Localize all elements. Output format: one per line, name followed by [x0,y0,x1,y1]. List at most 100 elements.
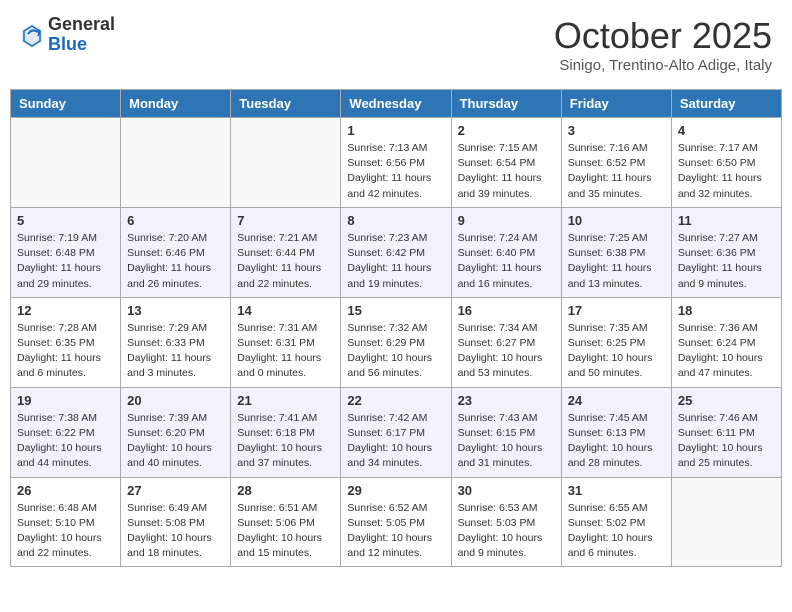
calendar-cell: 4 Sunrise: 7:17 AM Sunset: 6:50 PM Daylig… [671,118,781,208]
calendar-cell: 7Sunrise: 7:21 AM Sunset: 6:44 PM Daylig… [231,207,341,297]
weekday-header-saturday: Saturday [671,90,781,118]
logo: General Blue [20,15,115,55]
day-number: 29 [347,483,444,498]
calendar-cell: 17Sunrise: 7:35 AM Sunset: 6:25 PM Dayli… [561,297,671,387]
day-info: Sunrise: 7:45 AM Sunset: 6:13 PM Dayligh… [568,411,665,472]
calendar-cell: 29 Sunrise: 6:52 AM Sunset: 5:05 PM Dayli… [341,477,451,567]
day-number: 5 [17,213,114,228]
calendar-week-row: 26Sunrise: 6:48 AM Sunset: 5:10 PM Dayli… [11,477,782,567]
day-number: 9 [458,213,555,228]
calendar-cell [671,477,781,567]
day-number: 4 [678,123,775,138]
weekday-header-friday: Friday [561,90,671,118]
day-info: Sunrise: 7:38 AM Sunset: 6:22 PM Dayligh… [17,411,114,472]
day-info: Sunrise: 6:48 AM Sunset: 5:10 PM Dayligh… [17,501,114,562]
calendar-cell: 9 Sunrise: 7:24 AM Sunset: 6:40 PM Daylig… [451,207,561,297]
weekday-header-wednesday: Wednesday [341,90,451,118]
day-info: Sunrise: 7:19 AM Sunset: 6:48 PM Dayligh… [17,231,114,292]
calendar-cell: 12 Sunrise: 7:28 AM Sunset: 6:35 PM Dayli… [11,297,121,387]
day-info: Sunrise: 6:49 AM Sunset: 5:08 PM Dayligh… [127,501,224,562]
day-info: Sunrise: 6:51 AM Sunset: 5:06 PM Dayligh… [237,501,334,562]
month-title: October 2025 [554,15,772,57]
calendar-week-row: 19 Sunrise: 7:38 AM Sunset: 6:22 PM Dayli… [11,387,782,477]
weekday-header-row: SundayMondayTuesdayWednesdayThursdayFrid… [11,90,782,118]
location-subtitle: Sinigo, Trentino-Alto Adige, Italy [554,57,772,74]
day-number: 1 [347,123,444,138]
day-info: Sunrise: 7:21 AM Sunset: 6:44 PM Dayligh… [237,231,334,292]
weekday-header-tuesday: Tuesday [231,90,341,118]
calendar-cell: 8Sunrise: 7:23 AM Sunset: 6:42 PM Daylig… [341,207,451,297]
day-number: 8 [347,213,444,228]
day-number: 14 [237,303,334,318]
day-info: Sunrise: 7:20 AM Sunset: 6:46 PM Dayligh… [127,231,224,292]
day-number: 28 [237,483,334,498]
calendar-cell: 5 Sunrise: 7:19 AM Sunset: 6:48 PM Daylig… [11,207,121,297]
calendar-cell: 27 Sunrise: 6:49 AM Sunset: 5:08 PM Dayli… [121,477,231,567]
day-info: Sunrise: 7:41 AM Sunset: 6:18 PM Dayligh… [237,411,334,472]
calendar-cell: 30 Sunrise: 6:53 AM Sunset: 5:03 PM Dayli… [451,477,561,567]
day-info: Sunrise: 7:32 AM Sunset: 6:29 PM Dayligh… [347,321,444,382]
day-info: Sunrise: 6:53 AM Sunset: 5:03 PM Dayligh… [458,501,555,562]
day-info: Sunrise: 7:35 AM Sunset: 6:25 PM Dayligh… [568,321,665,382]
calendar-week-row: 5 Sunrise: 7:19 AM Sunset: 6:48 PM Daylig… [11,207,782,297]
day-info: Sunrise: 7:39 AM Sunset: 6:20 PM Dayligh… [127,411,224,472]
day-info: Sunrise: 7:29 AM Sunset: 6:33 PM Dayligh… [127,321,224,382]
calendar-cell [121,118,231,208]
day-number: 18 [678,303,775,318]
calendar-cell: 15 Sunrise: 7:32 AM Sunset: 6:29 PM Dayli… [341,297,451,387]
calendar-cell: 25Sunrise: 7:46 AM Sunset: 6:11 PM Dayli… [671,387,781,477]
day-info: Sunrise: 7:15 AM Sunset: 6:54 PM Dayligh… [458,141,555,202]
day-number: 22 [347,393,444,408]
calendar-cell: 22 Sunrise: 7:42 AM Sunset: 6:17 PM Dayli… [341,387,451,477]
calendar-cell: 14 Sunrise: 7:31 AM Sunset: 6:31 PM Dayli… [231,297,341,387]
day-number: 12 [17,303,114,318]
weekday-header-thursday: Thursday [451,90,561,118]
calendar-cell: 31Sunrise: 6:55 AM Sunset: 5:02 PM Dayli… [561,477,671,567]
calendar-cell: 6 Sunrise: 7:20 AM Sunset: 6:46 PM Daylig… [121,207,231,297]
calendar-cell: 11 Sunrise: 7:27 AM Sunset: 6:36 PM Dayli… [671,207,781,297]
calendar-cell: 20 Sunrise: 7:39 AM Sunset: 6:20 PM Dayli… [121,387,231,477]
day-number: 15 [347,303,444,318]
logo-text: General Blue [48,15,115,55]
day-number: 10 [568,213,665,228]
calendar-cell: 21 Sunrise: 7:41 AM Sunset: 6:18 PM Dayli… [231,387,341,477]
day-number: 19 [17,393,114,408]
day-number: 24 [568,393,665,408]
title-block: October 2025 Sinigo, Trentino-Alto Adige… [554,15,772,74]
calendar-cell: 1 Sunrise: 7:13 AM Sunset: 6:56 PM Daylig… [341,118,451,208]
calendar-cell: 18 Sunrise: 7:36 AM Sunset: 6:24 PM Dayli… [671,297,781,387]
day-info: Sunrise: 7:31 AM Sunset: 6:31 PM Dayligh… [237,321,334,382]
calendar-cell: 24 Sunrise: 7:45 AM Sunset: 6:13 PM Dayli… [561,387,671,477]
calendar-cell: 3 Sunrise: 7:16 AM Sunset: 6:52 PM Daylig… [561,118,671,208]
day-info: Sunrise: 7:46 AM Sunset: 6:11 PM Dayligh… [678,411,775,472]
day-info: Sunrise: 7:34 AM Sunset: 6:27 PM Dayligh… [458,321,555,382]
day-info: Sunrise: 7:42 AM Sunset: 6:17 PM Dayligh… [347,411,444,472]
day-info: Sunrise: 7:43 AM Sunset: 6:15 PM Dayligh… [458,411,555,472]
calendar-week-row: 12 Sunrise: 7:28 AM Sunset: 6:35 PM Dayli… [11,297,782,387]
day-number: 21 [237,393,334,408]
calendar-table: SundayMondayTuesdayWednesdayThursdayFrid… [10,89,782,567]
calendar-cell: 23 Sunrise: 7:43 AM Sunset: 6:15 PM Dayli… [451,387,561,477]
day-info: Sunrise: 6:52 AM Sunset: 5:05 PM Dayligh… [347,501,444,562]
day-number: 27 [127,483,224,498]
day-number: 16 [458,303,555,318]
day-number: 20 [127,393,224,408]
day-info: Sunrise: 7:28 AM Sunset: 6:35 PM Dayligh… [17,321,114,382]
day-info: Sunrise: 7:17 AM Sunset: 6:50 PM Dayligh… [678,141,775,202]
day-info: Sunrise: 7:16 AM Sunset: 6:52 PM Dayligh… [568,141,665,202]
day-info: Sunrise: 7:24 AM Sunset: 6:40 PM Dayligh… [458,231,555,292]
day-number: 30 [458,483,555,498]
day-info: Sunrise: 7:13 AM Sunset: 6:56 PM Dayligh… [347,141,444,202]
day-info: Sunrise: 7:27 AM Sunset: 6:36 PM Dayligh… [678,231,775,292]
day-number: 2 [458,123,555,138]
day-info: Sunrise: 7:25 AM Sunset: 6:38 PM Dayligh… [568,231,665,292]
day-number: 31 [568,483,665,498]
calendar-cell [11,118,121,208]
day-number: 3 [568,123,665,138]
day-number: 6 [127,213,224,228]
day-number: 23 [458,393,555,408]
day-number: 11 [678,213,775,228]
day-info: Sunrise: 7:36 AM Sunset: 6:24 PM Dayligh… [678,321,775,382]
logo-general: General [48,15,115,35]
page-header: General Blue October 2025 Sinigo, Trenti… [10,10,782,79]
